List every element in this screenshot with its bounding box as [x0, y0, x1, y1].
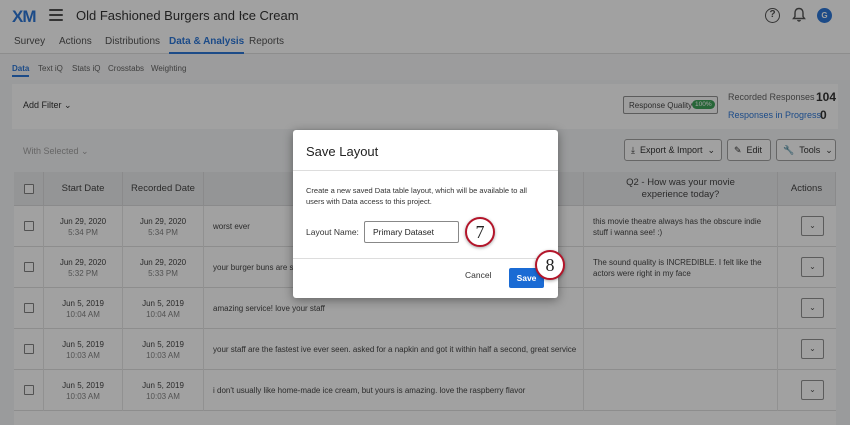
step-callout-7: 7 [465, 217, 495, 247]
layout-name-input[interactable] [364, 221, 459, 243]
divider [293, 170, 558, 171]
save-layout-dialog: Save Layout Create a new saved Data tabl… [293, 130, 558, 298]
layout-name-label: Layout Name: [306, 227, 359, 237]
cancel-button[interactable]: Cancel [465, 270, 491, 280]
dialog-description: Create a new saved Data table layout, wh… [306, 186, 527, 206]
dialog-title: Save Layout [306, 144, 379, 159]
step-callout-8: 8 [535, 250, 565, 280]
divider [293, 258, 558, 259]
